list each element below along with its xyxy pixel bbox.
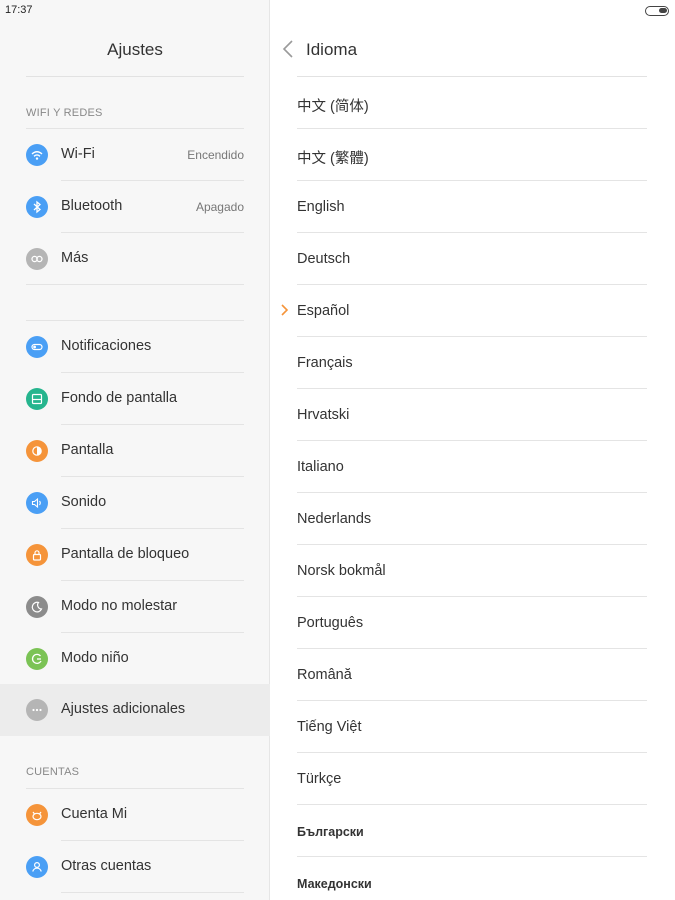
language-panel: Idioma 中文 (简体) 中文 (繁體) English Deutsch E… xyxy=(271,0,675,900)
settings-item-label: Modo no molestar xyxy=(61,598,178,614)
settings-item-other-accounts[interactable]: Otras cuentas xyxy=(0,841,270,893)
language-label: Español xyxy=(297,303,350,319)
language-item[interactable]: Türkçe xyxy=(271,753,675,805)
settings-item-value: Apagado xyxy=(195,200,244,214)
language-item[interactable]: Македонски xyxy=(271,857,675,900)
settings-item-label: Modo niño xyxy=(61,650,129,666)
settings-item-wifi[interactable]: Wi-Fi Encendido xyxy=(0,129,270,181)
notifications-icon xyxy=(26,336,48,358)
settings-item-label: Pantalla de bloqueo xyxy=(61,546,190,562)
selected-chevron-icon xyxy=(281,304,289,316)
settings-item-label: Pantalla xyxy=(61,442,114,458)
language-label: Tiếng Việt xyxy=(297,719,362,735)
settings-item-label: Sonido xyxy=(61,494,107,510)
settings-item-label: Ajustes adicionales xyxy=(61,701,186,717)
settings-item-display[interactable]: Pantalla xyxy=(0,425,270,477)
child-mode-icon xyxy=(26,648,48,670)
sidebar-title: Ajustes xyxy=(107,40,163,59)
more-dots-icon xyxy=(26,699,48,721)
wifi-icon xyxy=(26,144,48,166)
user-icon xyxy=(26,856,48,878)
settings-item-label: Otras cuentas xyxy=(61,858,152,874)
settings-item-label: Wi-Fi xyxy=(61,146,95,162)
settings-item-additional[interactable]: Ajustes adicionales xyxy=(0,684,270,736)
language-item[interactable]: Nederlands xyxy=(271,493,675,545)
language-item[interactable]: 中文 (繁體) xyxy=(271,129,675,181)
display-icon xyxy=(26,440,48,462)
language-item[interactable]: Português xyxy=(271,597,675,649)
language-label: Nederlands xyxy=(297,511,372,527)
settings-item-value: Encendido xyxy=(187,148,244,162)
language-item[interactable]: 中文 (简体) xyxy=(271,77,675,129)
settings-item-label: Más xyxy=(61,250,89,266)
settings-sidebar: Ajustes WIFI Y REDES Wi-Fi Encendido Blu… xyxy=(0,0,270,900)
settings-item-label: Cuenta Mi xyxy=(61,806,128,822)
language-label: Hrvatski xyxy=(297,407,350,423)
status-bar: 17:37 xyxy=(0,0,675,22)
language-label: 中文 (简体) xyxy=(297,99,369,115)
section-label-networks: WIFI Y REDES xyxy=(26,107,103,119)
language-label: Português xyxy=(297,615,364,631)
settings-item-label: Notificaciones xyxy=(61,338,152,354)
language-item-selected[interactable]: Español xyxy=(271,285,675,337)
language-item[interactable]: Norsk bokmål xyxy=(271,545,675,597)
language-label: Türkçe xyxy=(297,771,342,787)
divider xyxy=(26,76,244,77)
settings-item-child-mode[interactable]: Modo niño xyxy=(0,633,270,685)
language-label: Български xyxy=(297,825,364,839)
language-label: Norsk bokmål xyxy=(297,563,386,579)
settings-item-lock-screen[interactable]: Pantalla de bloqueo xyxy=(0,529,270,581)
language-label: Română xyxy=(297,667,352,683)
mi-account-icon xyxy=(26,804,48,826)
language-label: Deutsch xyxy=(297,251,351,267)
language-label: 中文 (繁體) xyxy=(297,151,369,167)
language-item[interactable]: Hrvatski xyxy=(271,389,675,441)
settings-item-label: Fondo de pantalla xyxy=(61,390,178,406)
lock-icon xyxy=(26,544,48,566)
bluetooth-icon xyxy=(26,196,48,218)
language-item[interactable]: Italiano xyxy=(271,441,675,493)
language-item[interactable]: Română xyxy=(271,649,675,701)
settings-item-more[interactable]: Más xyxy=(0,233,270,285)
settings-item-label: Bluetooth xyxy=(61,198,123,214)
more-connections-icon xyxy=(26,248,48,270)
language-item[interactable]: Deutsch xyxy=(271,233,675,285)
language-label: English xyxy=(297,199,345,215)
settings-item-wallpaper[interactable]: Fondo de pantalla xyxy=(0,373,270,425)
language-item[interactable]: Tiếng Việt xyxy=(271,701,675,753)
status-time: 17:37 xyxy=(5,4,33,16)
sound-icon xyxy=(26,492,48,514)
language-label: Македонски xyxy=(297,877,372,891)
section-label-accounts: CUENTAS xyxy=(26,766,80,778)
page-title: Idioma xyxy=(306,40,358,59)
language-item[interactable]: Български xyxy=(271,805,675,857)
divider xyxy=(26,284,244,285)
language-item[interactable]: English xyxy=(271,181,675,233)
language-label: Italiano xyxy=(297,459,344,475)
settings-item-do-not-disturb[interactable]: Modo no molestar xyxy=(0,581,270,633)
settings-item-bluetooth[interactable]: Bluetooth Apagado xyxy=(0,181,270,233)
settings-item-sound[interactable]: Sonido xyxy=(0,477,270,529)
back-arrow-icon[interactable] xyxy=(281,39,295,59)
language-label: Français xyxy=(297,355,353,371)
language-item[interactable]: Français xyxy=(271,337,675,389)
settings-item-notifications[interactable]: Notificaciones xyxy=(0,321,270,373)
wallpaper-icon xyxy=(26,388,48,410)
settings-item-mi-account[interactable]: Cuenta Mi xyxy=(0,789,270,841)
moon-icon xyxy=(26,596,48,618)
battery-icon xyxy=(645,6,669,16)
